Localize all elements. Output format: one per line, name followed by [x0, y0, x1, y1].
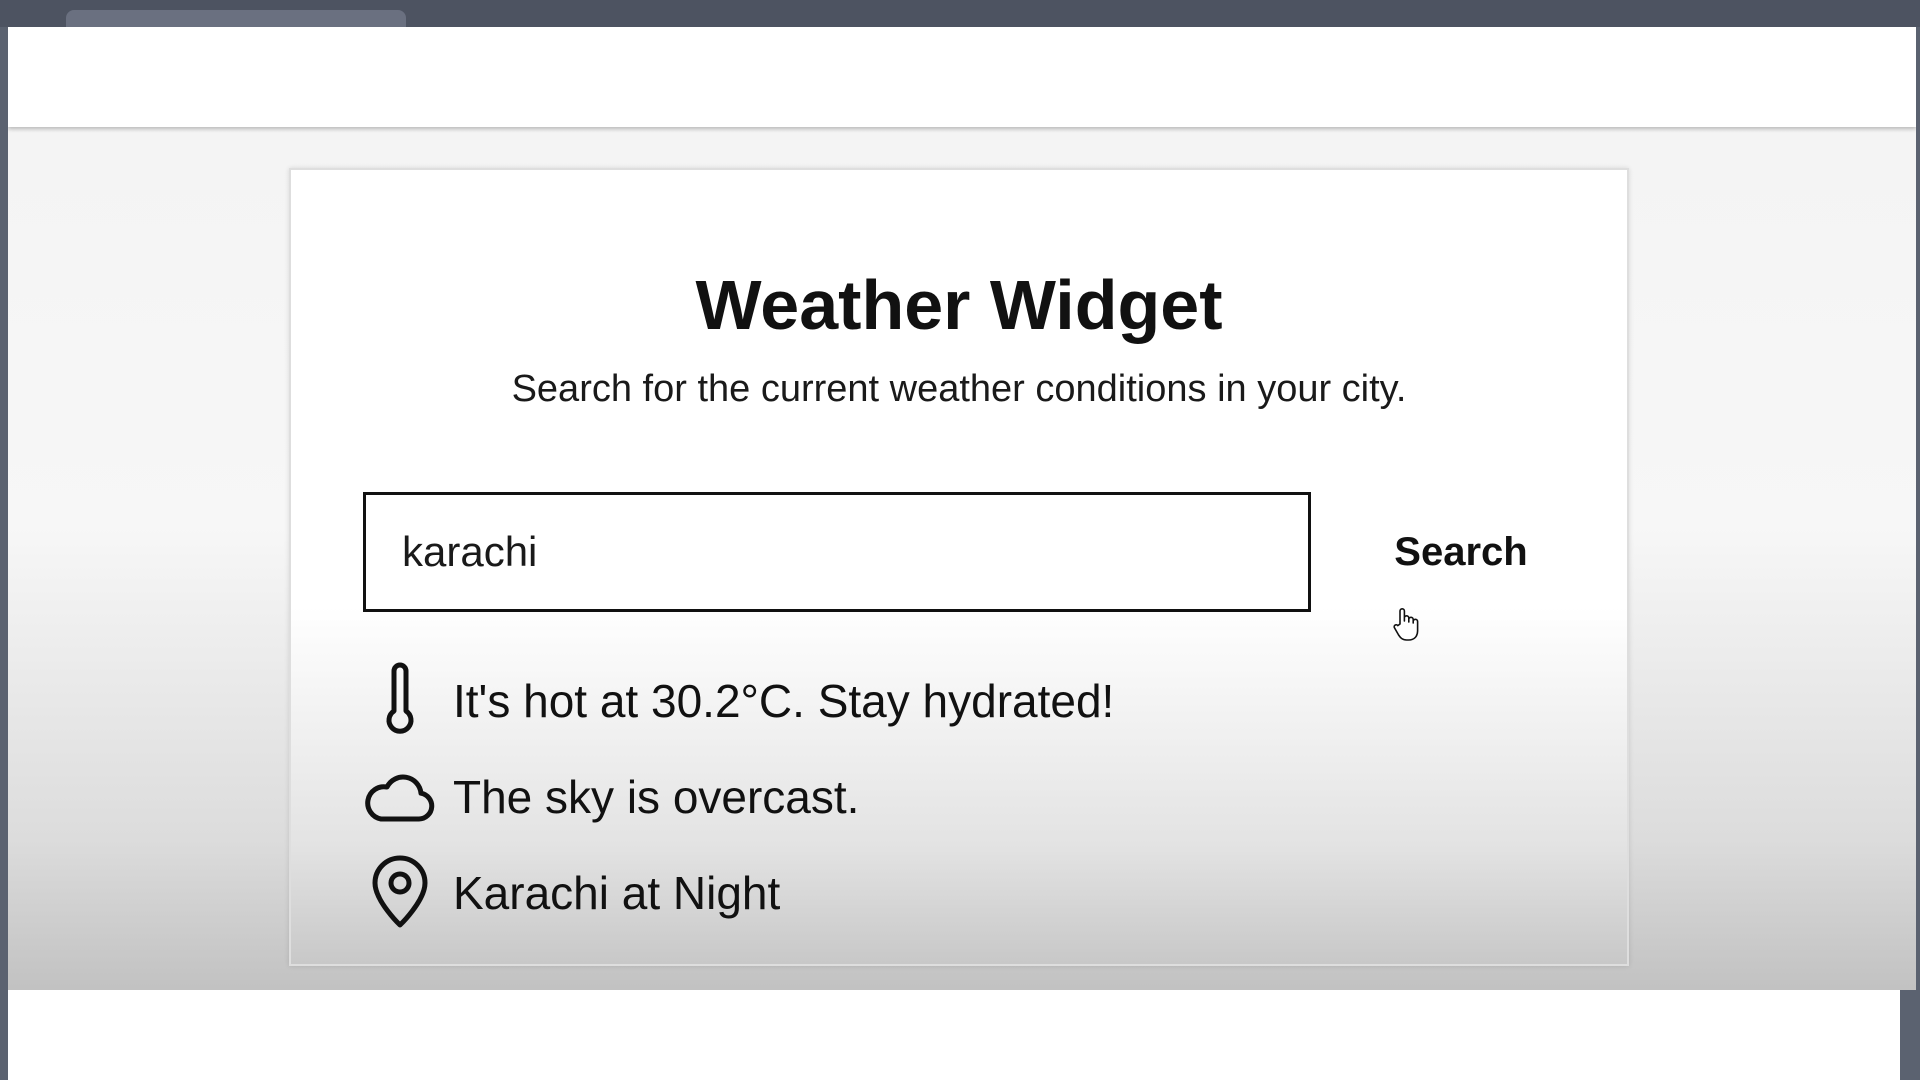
location-text: Karachi at Night: [453, 867, 781, 919]
weather-card: Weather Widget Search for the current we…: [289, 168, 1629, 966]
screen: Weather Widget Search for the current we…: [0, 0, 1920, 1080]
cloud-icon: [365, 774, 435, 822]
hand-cursor-icon: [1393, 608, 1419, 641]
bottom-bar: [8, 990, 1900, 1080]
search-button[interactable]: Search: [1381, 492, 1541, 612]
result-row-sky: The sky is overcast.: [361, 757, 1461, 837]
top-bar: [8, 27, 1916, 127]
result-row-temperature: It's hot at 30.2°C. Stay hydrated!: [361, 661, 1461, 741]
result-row-location: Karachi at Night: [361, 853, 1461, 933]
browser-tabstrip: [0, 0, 1920, 27]
city-search-input[interactable]: [363, 492, 1311, 612]
page-subtitle: Search for the current weather condition…: [511, 368, 1407, 410]
browser-tab[interactable]: [66, 10, 406, 27]
page: Weather Widget Search for the current we…: [8, 27, 1916, 1080]
bottom-right-strip: [1900, 990, 1916, 1080]
sky-condition-text: The sky is overcast.: [453, 771, 860, 823]
temperature-text: It's hot at 30.2°C. Stay hydrated!: [453, 675, 1115, 727]
location-pin-icon: [372, 855, 428, 928]
page-title: Weather Widget: [695, 266, 1223, 344]
thermometer-icon: [386, 662, 414, 734]
